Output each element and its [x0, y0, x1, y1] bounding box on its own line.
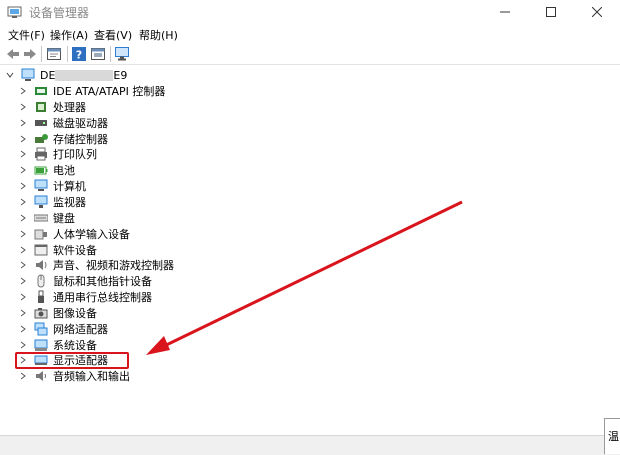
annotation-arrow: [146, 200, 463, 355]
